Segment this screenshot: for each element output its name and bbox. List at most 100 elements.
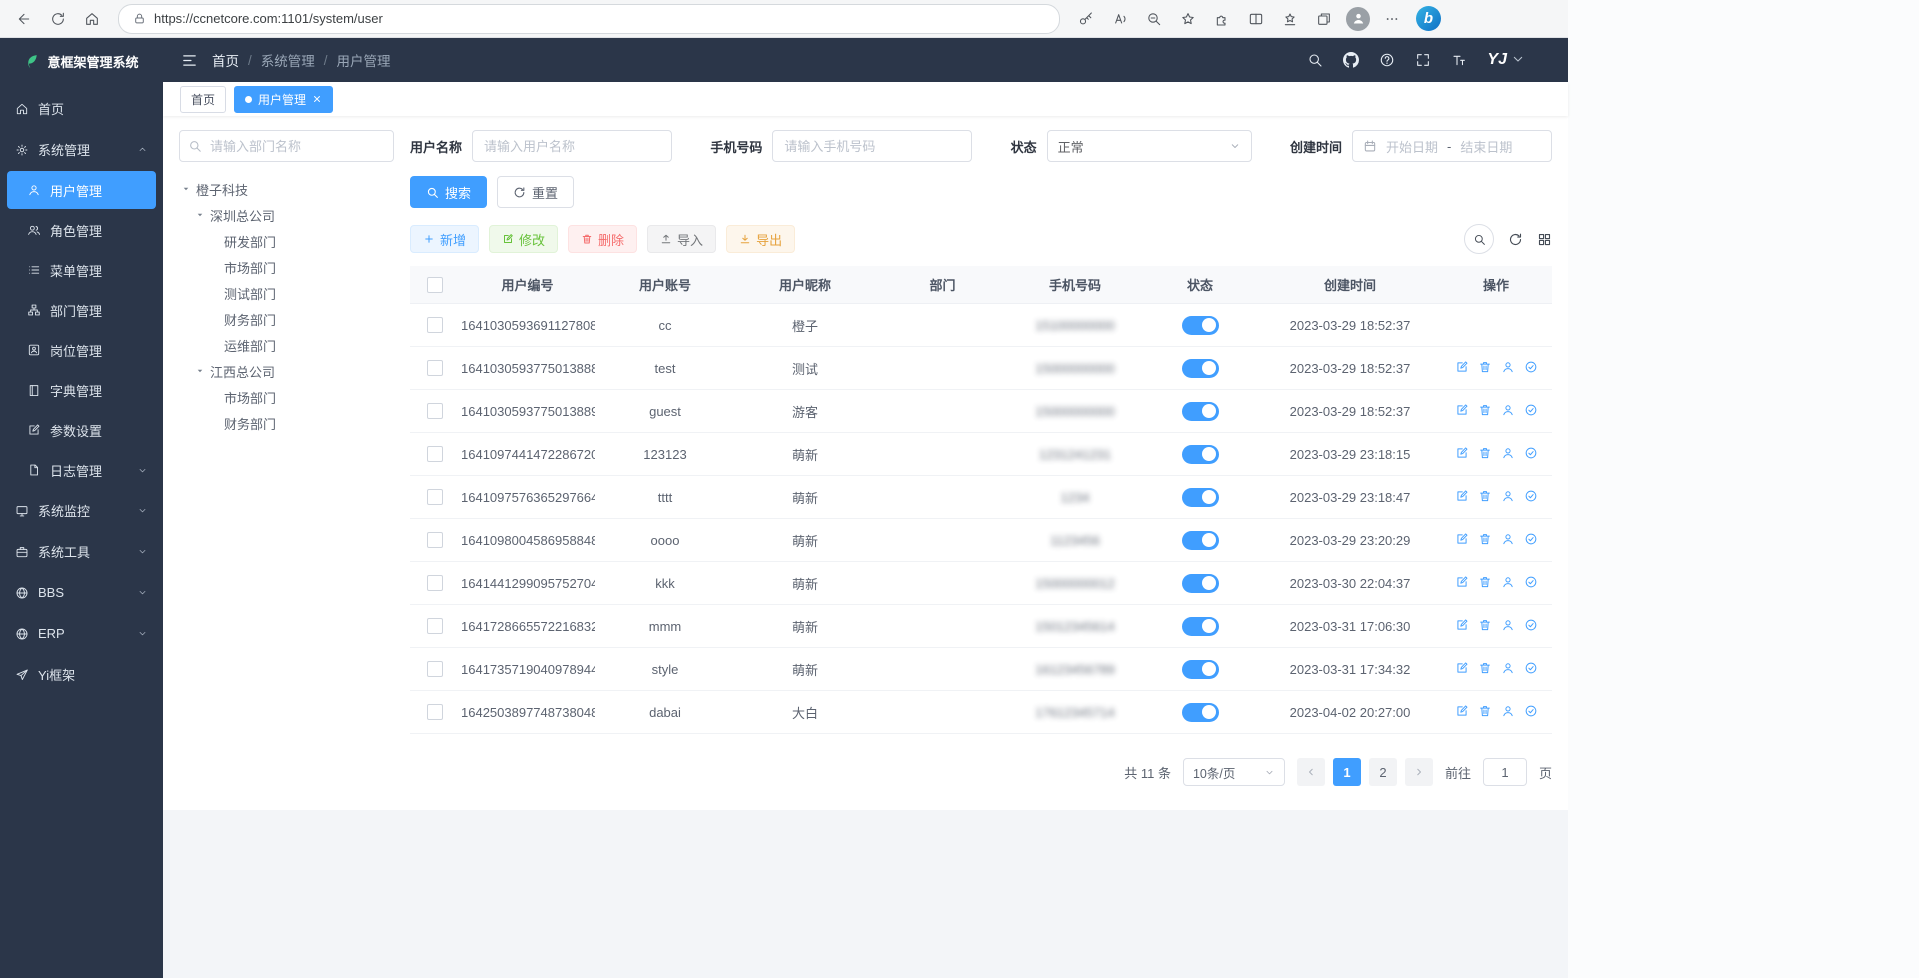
assign-role-icon[interactable] bbox=[1524, 661, 1538, 675]
next-page-button[interactable] bbox=[1405, 758, 1433, 786]
row-checkbox[interactable] bbox=[427, 489, 443, 505]
reset-password-icon[interactable] bbox=[1501, 360, 1515, 374]
split-screen-icon[interactable] bbox=[1240, 4, 1272, 34]
tab-user-management[interactable]: 用户管理 bbox=[234, 86, 333, 113]
search-icon[interactable] bbox=[1307, 52, 1323, 68]
edit-icon[interactable] bbox=[1455, 575, 1469, 589]
sidebar-item-system-management[interactable]: 系统管理 bbox=[0, 129, 163, 170]
sidebar-item-menu-management[interactable]: 菜单管理 bbox=[0, 250, 163, 290]
edit-icon[interactable] bbox=[1455, 446, 1469, 460]
delete-icon[interactable] bbox=[1478, 403, 1492, 417]
sidebar-item-system-tools[interactable]: 系统工具 bbox=[0, 531, 163, 572]
help-icon[interactable] bbox=[1379, 52, 1395, 68]
fullscreen-icon[interactable] bbox=[1415, 52, 1431, 68]
status-toggle[interactable] bbox=[1182, 617, 1219, 636]
toggle-search-icon[interactable] bbox=[1464, 224, 1494, 254]
collapse-sidebar-icon[interactable] bbox=[181, 52, 198, 69]
sidebar-item-yi-framework[interactable]: Yi框架 bbox=[0, 654, 163, 695]
tree-node[interactable]: 运维部门 bbox=[179, 332, 394, 358]
status-toggle[interactable] bbox=[1182, 445, 1219, 464]
browser-menu-icon[interactable] bbox=[1376, 4, 1408, 34]
search-button[interactable]: 搜索 bbox=[410, 176, 487, 208]
assign-role-icon[interactable] bbox=[1524, 489, 1538, 503]
tree-node[interactable]: 市场部门 bbox=[179, 254, 394, 280]
delete-icon[interactable] bbox=[1478, 704, 1492, 718]
browser-home-icon[interactable] bbox=[76, 4, 108, 34]
tree-node[interactable]: 江西总公司 bbox=[179, 358, 394, 384]
prev-page-button[interactable] bbox=[1297, 758, 1325, 786]
github-icon[interactable] bbox=[1343, 52, 1359, 68]
sidebar-item-bbs[interactable]: BBS bbox=[0, 572, 163, 613]
page-button-2[interactable]: 2 bbox=[1369, 758, 1397, 786]
page-button-1[interactable]: 1 bbox=[1333, 758, 1361, 786]
phone-input[interactable] bbox=[772, 130, 972, 162]
edit-icon[interactable] bbox=[1455, 618, 1469, 632]
sidebar-item-system-monitor[interactable]: 系统监控 bbox=[0, 490, 163, 531]
edit-icon[interactable] bbox=[1455, 704, 1469, 718]
edit-icon[interactable] bbox=[1455, 532, 1469, 546]
date-range-picker[interactable]: 开始日期 - 结束日期 bbox=[1352, 130, 1552, 162]
edit-icon[interactable] bbox=[1455, 403, 1469, 417]
sidebar-item-home[interactable]: 首页 bbox=[0, 88, 163, 129]
delete-icon[interactable] bbox=[1478, 618, 1492, 632]
reset-password-icon[interactable] bbox=[1501, 661, 1515, 675]
delete-button[interactable]: 删除 bbox=[568, 225, 637, 253]
tab-home[interactable]: 首页 bbox=[180, 86, 226, 113]
extensions-icon[interactable] bbox=[1206, 4, 1238, 34]
sidebar-item-log-management[interactable]: 日志管理 bbox=[0, 450, 163, 490]
username-input[interactable] bbox=[472, 130, 672, 162]
reset-password-icon[interactable] bbox=[1501, 446, 1515, 460]
row-checkbox[interactable] bbox=[427, 403, 443, 419]
caret-down-icon[interactable] bbox=[195, 366, 205, 376]
zoom-icon[interactable] bbox=[1138, 4, 1170, 34]
reset-password-icon[interactable] bbox=[1501, 532, 1515, 546]
sidebar-item-post-management[interactable]: 岗位管理 bbox=[0, 330, 163, 370]
tree-node[interactable]: 深圳总公司 bbox=[179, 202, 394, 228]
delete-icon[interactable] bbox=[1478, 661, 1492, 675]
status-toggle[interactable] bbox=[1182, 316, 1219, 335]
assign-role-icon[interactable] bbox=[1524, 446, 1538, 460]
dept-search-input[interactable] bbox=[179, 130, 394, 162]
export-button[interactable]: 导出 bbox=[726, 225, 795, 253]
assign-role-icon[interactable] bbox=[1524, 360, 1538, 374]
assign-role-icon[interactable] bbox=[1524, 575, 1538, 589]
delete-icon[interactable] bbox=[1478, 532, 1492, 546]
row-checkbox[interactable] bbox=[427, 575, 443, 591]
reset-password-icon[interactable] bbox=[1501, 489, 1515, 503]
row-checkbox[interactable] bbox=[427, 532, 443, 548]
favorites-bar-icon[interactable] bbox=[1274, 4, 1306, 34]
browser-profile-avatar[interactable] bbox=[1346, 7, 1370, 31]
edit-button[interactable]: 修改 bbox=[489, 225, 558, 253]
column-settings-icon[interactable] bbox=[1537, 232, 1552, 247]
row-checkbox[interactable] bbox=[427, 661, 443, 677]
reset-password-icon[interactable] bbox=[1501, 704, 1515, 718]
delete-icon[interactable] bbox=[1478, 446, 1492, 460]
breadcrumb-system[interactable]: 系统管理 bbox=[261, 50, 315, 70]
read-aloud-icon[interactable] bbox=[1104, 4, 1136, 34]
sidebar-item-dept-management[interactable]: 部门管理 bbox=[0, 290, 163, 330]
status-toggle[interactable] bbox=[1182, 574, 1219, 593]
tree-node[interactable]: 测试部门 bbox=[179, 280, 394, 306]
sidebar-item-erp[interactable]: ERP bbox=[0, 613, 163, 654]
tree-node[interactable]: 研发部门 bbox=[179, 228, 394, 254]
site-info-lock-icon[interactable] bbox=[133, 12, 146, 25]
status-toggle[interactable] bbox=[1182, 531, 1219, 550]
address-bar[interactable]: https://ccnetcore.com:1101/system/user bbox=[118, 4, 1060, 34]
add-favorite-icon[interactable] bbox=[1172, 4, 1204, 34]
row-checkbox[interactable] bbox=[427, 360, 443, 376]
status-toggle[interactable] bbox=[1182, 488, 1219, 507]
delete-icon[interactable] bbox=[1478, 489, 1492, 503]
row-checkbox[interactable] bbox=[427, 618, 443, 634]
url-text[interactable]: https://ccnetcore.com:1101/system/user bbox=[154, 11, 383, 26]
delete-icon[interactable] bbox=[1478, 575, 1492, 589]
status-select[interactable]: 正常 bbox=[1047, 130, 1252, 162]
row-checkbox[interactable] bbox=[427, 317, 443, 333]
assign-role-icon[interactable] bbox=[1524, 532, 1538, 546]
goto-page-input[interactable] bbox=[1483, 758, 1527, 786]
reset-password-icon[interactable] bbox=[1501, 575, 1515, 589]
add-button[interactable]: 新增 bbox=[410, 225, 479, 253]
breadcrumb-home[interactable]: 首页 bbox=[212, 50, 239, 70]
status-toggle[interactable] bbox=[1182, 660, 1219, 679]
sidebar-item-user-management[interactable]: 用户管理 bbox=[7, 171, 156, 209]
tree-node[interactable]: 财务部门 bbox=[179, 306, 394, 332]
